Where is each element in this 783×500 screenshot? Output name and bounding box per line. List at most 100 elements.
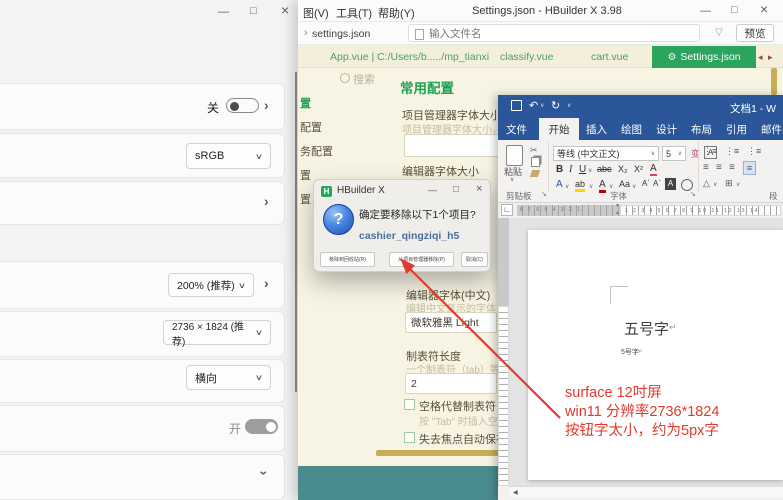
tab-classify-vue[interactable]: classify.vue [500, 51, 554, 63]
chevron-right-icon[interactable]: › [264, 98, 269, 112]
vertical-ruler[interactable] [498, 306, 509, 486]
tab-stop-selector[interactable]: ∟ [501, 204, 513, 216]
sidebar-item-5[interactable]: 置 [300, 191, 311, 207]
chevron-down-icon[interactable]: ∨ [736, 181, 740, 188]
autosave-on-blur-checkbox[interactable] [404, 432, 415, 443]
word-horizontal-scrollbar[interactable]: ◀ [509, 486, 783, 497]
maximize-icon[interactable]: □ [731, 4, 738, 16]
chevron-down-icon[interactable]: › [256, 471, 272, 476]
align-center-icon[interactable]: ≡ [716, 162, 722, 173]
tab-file[interactable]: 文件 [506, 122, 527, 137]
save-icon[interactable] [511, 100, 522, 111]
menu-tools[interactable]: 工具(T) [336, 5, 372, 21]
superscript-button[interactable]: X² [634, 164, 643, 174]
tab-references[interactable]: 引用 [726, 122, 747, 137]
cut-icon[interactable]: ✂ [530, 145, 538, 156]
settings-scrollbar[interactable] [295, 72, 297, 392]
shrink-font-button[interactable]: A` [653, 179, 661, 188]
tab-home-active[interactable]: 开始 [539, 118, 579, 140]
qat-customize-icon[interactable]: ∨ [567, 102, 571, 109]
font-name-combo[interactable]: 等线 (中文正文) ∨ [553, 146, 659, 161]
tab-layout[interactable]: 布局 [691, 122, 712, 137]
undo-icon[interactable]: ↶ [529, 99, 538, 112]
change-case-button[interactable]: Aa [619, 179, 630, 189]
highlight-color-button[interactable]: ab [575, 179, 586, 192]
indent-marker-bottom[interactable]: ▴ [616, 209, 619, 216]
resolution-dropdown[interactable]: 2736 × 1824 (推荐) ∨ [163, 320, 271, 348]
chevron-down-icon[interactable]: ∨ [565, 183, 569, 190]
sidebar-item-service[interactable]: 务配置 [300, 143, 333, 159]
remove-from-manager-button[interactable]: 从项目管理器移除(P) [389, 252, 454, 267]
tab-scroll-right-icon[interactable]: ▸ [768, 52, 773, 63]
sidebar-item-common[interactable]: 置 [300, 95, 311, 111]
scroll-left-icon[interactable]: ◀ [513, 489, 518, 496]
font-size-combo[interactable]: 5 ∨ [662, 146, 686, 161]
format-painter-icon[interactable] [529, 170, 541, 177]
undo-dropdown-icon[interactable]: ∨ [540, 102, 544, 109]
tab-scroll-left-icon[interactable]: ◂ [758, 52, 763, 63]
preview-button[interactable]: 预览 [736, 24, 774, 42]
bold-button[interactable]: B [556, 164, 563, 175]
chevron-down-icon[interactable]: ∨ [589, 183, 593, 190]
clipboard-dialog-launcher-icon[interactable]: ↘ [541, 190, 547, 198]
italic-button[interactable]: I [569, 164, 572, 175]
tab-design[interactable]: 设计 [656, 122, 677, 137]
text-effects-pen-icon[interactable]: A [650, 163, 657, 176]
multilevel-list-icon[interactable]: ⋮≡ [747, 146, 761, 157]
grow-font-button[interactable]: A´ [642, 179, 650, 188]
maximize-icon[interactable]: □ [250, 5, 257, 17]
sidebar-search-label[interactable]: 搜索 [353, 71, 375, 87]
maximize-icon[interactable]: □ [453, 184, 459, 195]
vertical-ruler-margin[interactable] [498, 218, 509, 306]
remove-to-recycle-button[interactable]: 移除到回收站(R) [320, 252, 375, 267]
underline-button[interactable]: U [579, 164, 586, 175]
minimize-icon[interactable]: — [218, 6, 229, 18]
breadcrumb[interactable]: settings.json [312, 28, 370, 40]
vertical-scrollbar[interactable] [771, 68, 777, 95]
font-color-button[interactable]: A [599, 179, 606, 193]
shading-icon[interactable]: △ [703, 178, 710, 189]
indent-marker-top[interactable]: ▾ [616, 202, 619, 209]
menu-view[interactable]: 图(V) [303, 5, 329, 21]
tab-insert[interactable]: 插入 [586, 122, 607, 137]
chevron-down-icon[interactable]: ∨ [609, 183, 613, 190]
justify-active-icon[interactable]: ≡ [743, 161, 756, 175]
close-icon[interactable]: × [760, 2, 768, 16]
copy-icon[interactable] [531, 157, 540, 167]
cancel-button[interactable]: 取消(C) [461, 252, 488, 267]
chevron-right-icon[interactable]: › [264, 276, 269, 290]
text-effects-button[interactable]: A [556, 179, 563, 190]
tab-draw[interactable]: 绘图 [621, 122, 642, 137]
paste-icon[interactable] [506, 145, 523, 166]
document-page[interactable]: 五号字 ↵ 5号字 ↵ [528, 230, 783, 480]
chevron-right-icon[interactable]: › [264, 194, 269, 208]
minimize-icon[interactable]: — [428, 185, 437, 195]
chevron-down-icon[interactable]: ∨ [713, 181, 717, 188]
sidebar-item-4[interactable]: 置 [300, 167, 311, 183]
sidebar-item-editor[interactable]: 配置 [300, 119, 322, 135]
tab-cart-vue[interactable]: cart.vue [591, 51, 628, 63]
underline-dropdown-icon[interactable]: ∨ [588, 167, 592, 174]
minimize-icon[interactable]: — [700, 5, 711, 17]
ruler-margin-segment[interactable]: 8 7 6 5 4 3 2 1 [517, 205, 620, 216]
filter-icon[interactable]: ▽ [715, 27, 723, 38]
file-search-field[interactable] [427, 26, 691, 42]
project-font-size-input[interactable] [404, 134, 500, 157]
close-icon[interactable]: × [476, 183, 482, 195]
ruler-text-segment[interactable]: 1 2 3 4 5 6 7 8 9 10 11 12 13 14 [620, 205, 781, 216]
tab-settings-json-active[interactable]: ⚙ Settings.json [652, 46, 756, 68]
strikethrough-button[interactable]: abc [597, 164, 612, 174]
chevron-down-icon[interactable]: ∨ [632, 183, 636, 190]
display-toggle-on[interactable] [245, 419, 278, 434]
borders-icon[interactable]: ⊞ [725, 178, 733, 189]
spaces-for-tabs-checkbox[interactable] [404, 399, 415, 410]
redo-icon[interactable]: ↻ [551, 99, 560, 112]
hdr-toggle-off[interactable] [226, 98, 259, 113]
tab-app-vue[interactable]: App.vue | C:/Users/b...../mp_tianxi [330, 51, 489, 63]
close-icon[interactable]: × [281, 3, 289, 17]
character-shading-button[interactable]: A [665, 178, 676, 190]
menu-help[interactable]: 帮助(Y) [378, 5, 415, 21]
scale-dropdown[interactable]: 200% (推荐) ∨ [168, 273, 254, 297]
editor-cjk-font-input[interactable]: 微软雅黑 Light [405, 312, 497, 333]
align-right-icon[interactable]: ≡ [729, 162, 735, 173]
